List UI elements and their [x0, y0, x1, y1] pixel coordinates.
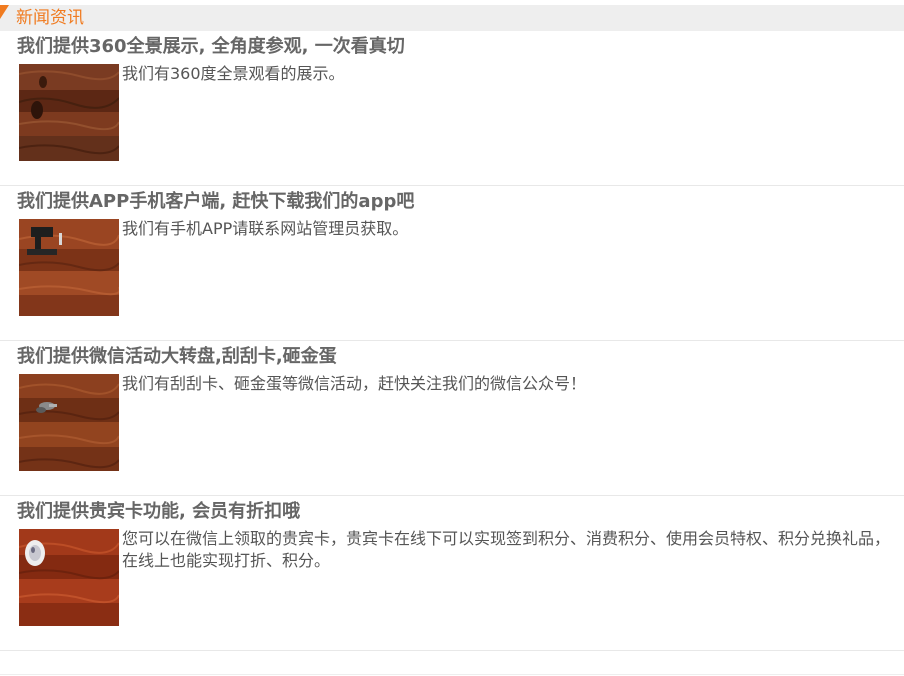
news-summary: 您可以在微信上领取的贵宾卡，贵宾卡在线下可以实现签到积分、消费积分、使用会员特权… — [122, 529, 891, 570]
bottom-divider — [0, 674, 904, 675]
news-section-header: 新闻资讯 — [0, 5, 904, 31]
news-summary: 我们有360度全景观看的展示。 — [122, 64, 345, 83]
news-item: 我们提供微信活动大转盘,刮刮卡,砸金蛋 我们有刮刮卡、砸金蛋等微信活动，赶快关注… — [0, 341, 904, 496]
news-thumbnail[interactable] — [19, 219, 119, 316]
news-title-link[interactable]: 我们提供贵宾卡功能, 会员有折扣哦 — [17, 500, 300, 524]
wood-floor-with-cup-photo-icon — [19, 529, 119, 626]
news-item: 我们提供APP手机客户端, 赶快下载我们的app吧 我们有手机APP请联系网站管… — [0, 186, 904, 341]
news-item: 我们提供360全景展示, 全角度参观, 一次看真切 我们有360度全景观看的展示… — [0, 31, 904, 186]
news-thumbnail[interactable] — [19, 64, 119, 161]
corner-accent-icon — [0, 5, 9, 19]
news-list: 我们提供360全景展示, 全角度参观, 一次看真切 我们有360度全景观看的展示… — [0, 31, 904, 651]
wood-floor-with-keys-photo-icon — [19, 374, 119, 471]
wood-floor-photo-icon — [19, 64, 119, 161]
news-thumbnail[interactable] — [19, 374, 119, 471]
news-item: 我们提供贵宾卡功能, 会员有折扣哦 您可以在微信上领取的贵宾卡，贵宾卡在线下可以… — [0, 496, 904, 651]
section-title: 新闻资讯 — [16, 8, 84, 28]
news-thumbnail[interactable] — [19, 529, 119, 626]
news-title-link[interactable]: 我们提供360全景展示, 全角度参观, 一次看真切 — [17, 35, 405, 59]
news-summary: 我们有手机APP请联系网站管理员获取。 — [122, 219, 409, 238]
news-title-link[interactable]: 我们提供微信活动大转盘,刮刮卡,砸金蛋 — [17, 345, 337, 369]
wood-floor-with-machine-photo-icon — [19, 219, 119, 316]
news-summary: 我们有刮刮卡、砸金蛋等微信活动，赶快关注我们的微信公众号！ — [122, 374, 587, 393]
news-title-link[interactable]: 我们提供APP手机客户端, 赶快下载我们的app吧 — [17, 190, 414, 214]
